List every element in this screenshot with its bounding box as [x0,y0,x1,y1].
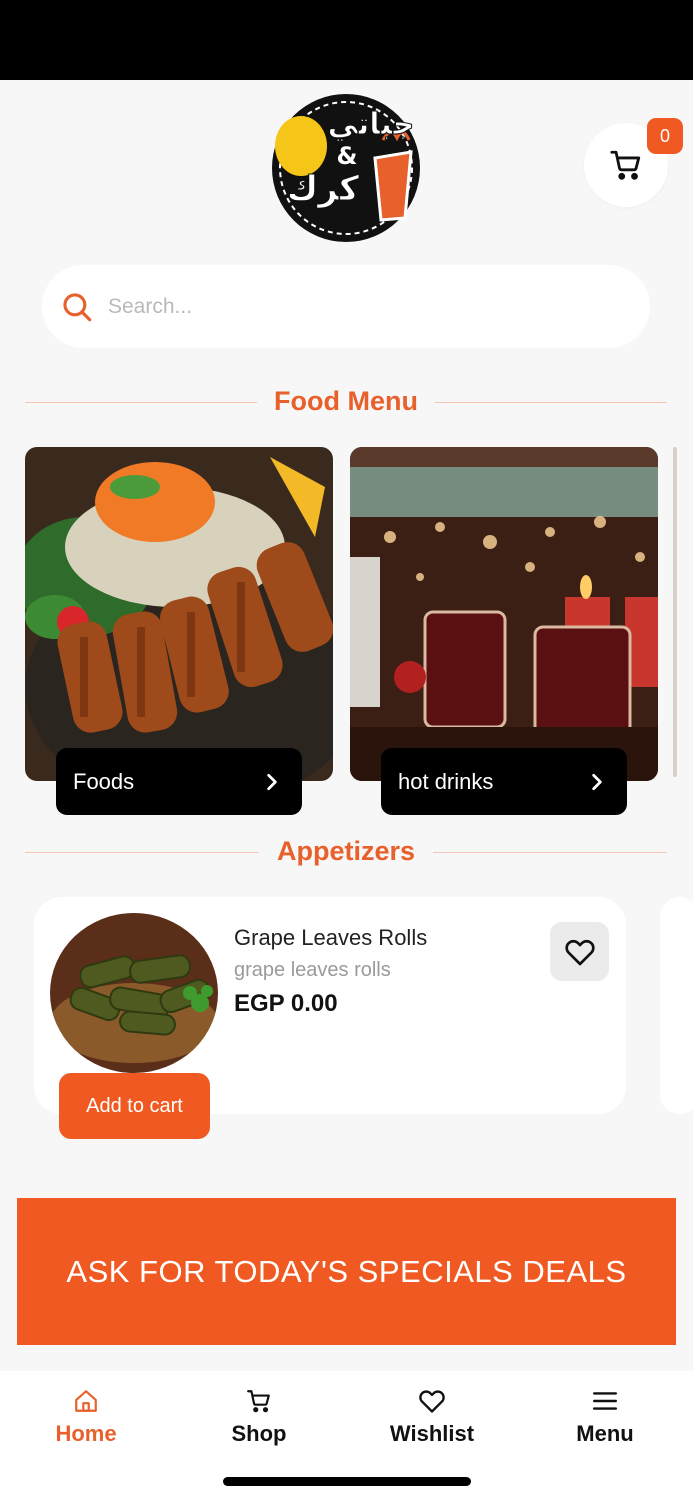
next-category-peek [673,447,677,777]
nav-label: Menu [576,1421,634,1446]
home-icon [75,1390,97,1412]
menu-icon [592,1392,618,1410]
chevron-right-icon [267,773,277,790]
svg-text:جباتي: جباتي [328,107,415,142]
chevron-right-icon [592,773,602,790]
specials-banner[interactable]: ASK FOR TODAY'S SPECIALS DEALS [17,1198,676,1345]
category-card-hot-drinks[interactable] [350,447,658,781]
status-bar [0,0,693,80]
section-title: Food Menu [274,386,418,416]
category-card-foods[interactable] [25,447,333,781]
nav-menu[interactable]: Menu [535,1387,675,1447]
food-menu-heading: Food Menu [25,382,667,422]
svg-text:&: & [337,142,358,170]
next-product-peek [660,897,693,1114]
nav-label: Shop [231,1421,287,1446]
heart-icon [564,939,595,965]
brand-logo: جباتي & كرك [263,88,429,244]
product-name: Grape Leaves Rolls [234,925,428,950]
foods-image [25,447,333,781]
home-indicator [223,1477,471,1486]
cart-icon [247,1390,270,1413]
nav-shop[interactable]: Shop [189,1387,329,1447]
cart-count-badge: 0 [647,118,683,154]
nav-label: Wishlist [389,1421,475,1446]
category-label: Foods [73,768,135,794]
heart-icon [419,1390,445,1413]
section-title: Appetizers [276,836,416,866]
product-subtitle: grape leaves rolls [234,959,391,981]
svg-text:كرك: كرك [287,169,359,209]
appetizers-heading: Appetizers [25,832,667,872]
search-input[interactable] [106,293,590,320]
category-foods-button[interactable]: Foods [56,748,302,815]
nav-label: Home [55,1421,117,1446]
hot-drinks-image [350,447,658,781]
product-price: EGP 0.00 [234,990,338,1017]
search-icon [63,292,92,321]
category-hot-drinks-button[interactable]: hot drinks [381,748,627,815]
cart-icon [610,150,641,180]
wishlist-button[interactable] [550,922,609,981]
nav-home[interactable]: Home [16,1387,156,1447]
nav-wishlist[interactable]: Wishlist [362,1387,502,1447]
search-bar[interactable] [42,265,650,348]
product-image [50,913,218,1073]
category-label: hot drinks [398,768,494,794]
add-to-cart-button[interactable]: Add to cart [59,1073,210,1139]
